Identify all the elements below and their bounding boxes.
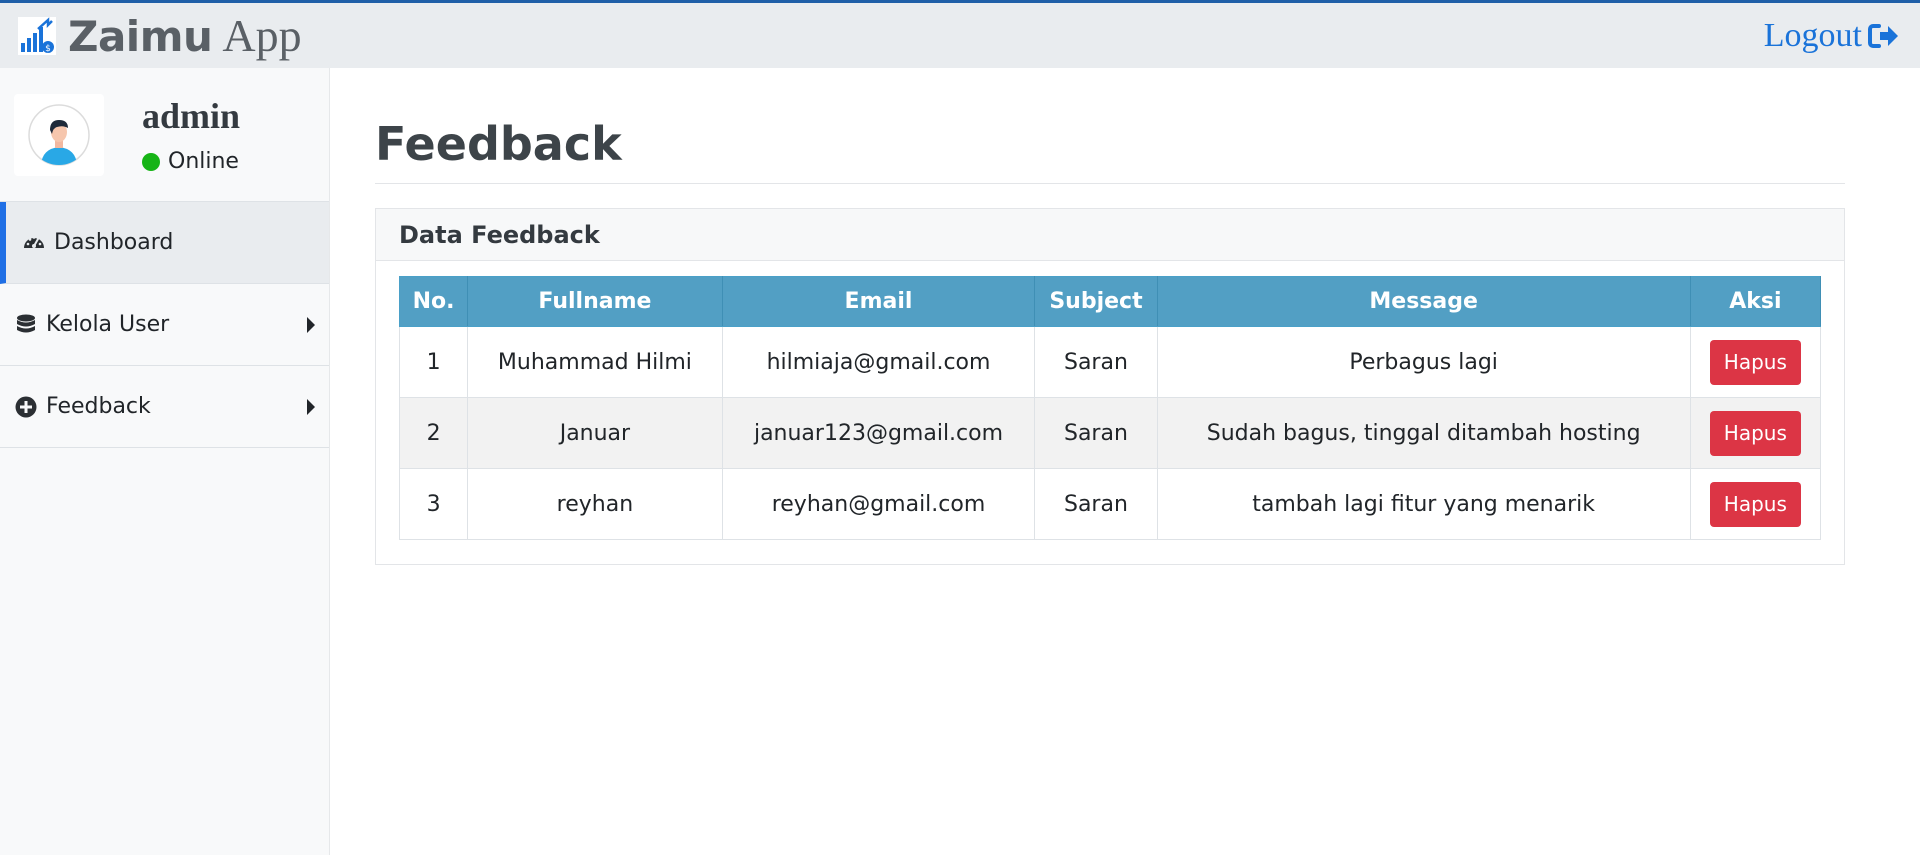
card-title: Data Feedback: [376, 209, 1844, 261]
sidebar: admin Online Dashboard Kelola User Feedb…: [0, 68, 330, 855]
plus-circle-icon: [15, 396, 37, 417]
table-row: 2 Januar januar123@gmail.com Saran Sudah…: [398, 397, 1822, 469]
card-body: No. Fullname Email Subject Message Aksi …: [376, 261, 1844, 564]
main-content: Feedback Data Feedback No. Fullname Emai…: [375, 68, 1845, 565]
column-header-aksi: Aksi: [1689, 276, 1822, 327]
cell-subject: Saran: [1034, 468, 1158, 540]
svg-text:$: $: [45, 44, 51, 54]
table-header-row: No. Fullname Email Subject Message Aksi: [398, 276, 1822, 327]
sidebar-item-dashboard[interactable]: Dashboard: [0, 202, 329, 284]
column-header-fullname: Fullname: [467, 276, 723, 327]
brand-title: Zaimu App: [68, 9, 302, 61]
hapus-button[interactable]: Hapus: [1709, 339, 1801, 385]
top-navbar: $ Zaimu App Logout: [0, 0, 1920, 68]
feedback-card: Data Feedback No. Fullname Email Subject…: [375, 208, 1845, 565]
cell-no: 3: [398, 468, 469, 540]
hapus-button[interactable]: Hapus: [1709, 410, 1801, 456]
brand[interactable]: $ Zaimu App: [18, 9, 302, 61]
user-status: Online: [142, 149, 240, 174]
table-row: 3 reyhan reyhan@gmail.com Saran tambah l…: [398, 468, 1822, 540]
caret-right-icon: [307, 316, 315, 333]
cell-aksi: Hapus: [1689, 326, 1822, 398]
column-header-subject: Subject: [1034, 276, 1158, 327]
cell-fullname: Januar: [467, 397, 723, 469]
cell-message: Perbagus lagi: [1156, 326, 1691, 398]
sign-out-icon: [1868, 23, 1898, 48]
cell-email: reyhan@gmail.com: [721, 468, 1036, 540]
hapus-button[interactable]: Hapus: [1709, 481, 1801, 527]
cell-email: januar123@gmail.com: [721, 397, 1036, 469]
sidebar-item-dashboard-content: Dashboard: [22, 230, 173, 255]
column-header-email: Email: [721, 276, 1036, 327]
cell-subject: Saran: [1034, 326, 1158, 398]
chart-bar-icon: $: [18, 16, 56, 55]
user-info: admin Online: [142, 95, 240, 174]
column-header-no: No.: [398, 276, 469, 327]
tachometer-icon: [24, 235, 44, 248]
feedback-table: No. Fullname Email Subject Message Aksi …: [398, 276, 1822, 540]
column-header-message: Message: [1156, 276, 1691, 327]
cell-fullname: reyhan: [467, 468, 723, 540]
cell-message: Sudah bagus, tinggal ditambah hosting: [1156, 397, 1691, 469]
sidebar-item-kelola-user-content: Kelola User: [14, 312, 169, 337]
user-status-label: Online: [168, 149, 239, 174]
table-row: 1 Muhammad Hilmi hilmiaja@gmail.com Sara…: [398, 326, 1822, 398]
sidebar-item-feedback[interactable]: Feedback: [0, 366, 329, 448]
logout-label: Logout: [1763, 16, 1862, 54]
user-name: admin: [142, 96, 241, 136]
sidebar-item-feedback-content: Feedback: [14, 394, 151, 419]
database-icon: [17, 314, 35, 332]
caret-right-icon: [307, 398, 315, 415]
brand-strong-text: Zaimu: [68, 11, 213, 61]
cell-message: tambah lagi fitur yang menarik: [1156, 468, 1691, 540]
sidebar-item-kelola-user[interactable]: Kelola User: [0, 284, 329, 366]
sidebar-item-label: Feedback: [46, 394, 151, 419]
user-panel: admin Online: [0, 68, 329, 202]
cell-no: 2: [398, 397, 469, 469]
cell-email: hilmiaja@gmail.com: [721, 326, 1036, 398]
logout-link[interactable]: Logout: [1764, 17, 1900, 55]
user-avatar-icon: [28, 103, 90, 166]
cell-subject: Saran: [1034, 397, 1158, 469]
cell-fullname: Muhammad Hilmi: [467, 326, 723, 398]
cell-no: 1: [398, 326, 469, 398]
sidebar-item-label: Dashboard: [54, 230, 174, 255]
avatar: [14, 93, 104, 176]
brand-light-text: App: [222, 9, 302, 61]
cell-aksi: Hapus: [1689, 397, 1822, 469]
page-title: Feedback: [375, 117, 622, 171]
sidebar-item-label: Kelola User: [46, 312, 170, 337]
status-dot-icon: [142, 152, 160, 171]
title-divider: [375, 183, 1845, 184]
cell-aksi: Hapus: [1689, 468, 1822, 540]
